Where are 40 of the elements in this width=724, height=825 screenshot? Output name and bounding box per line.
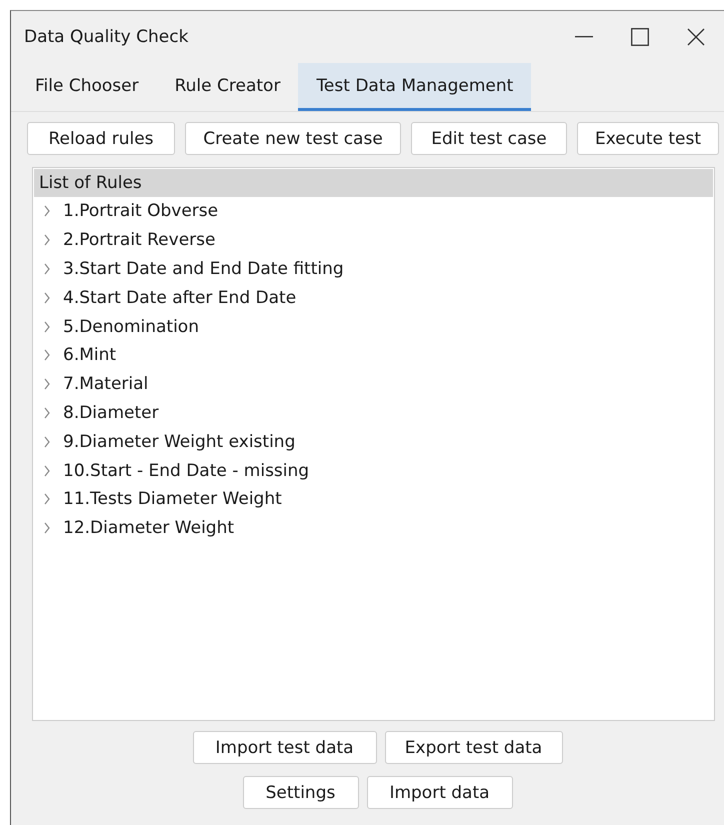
tree-item[interactable]: 2.Portrait Reverse: [63, 230, 216, 250]
tab[interactable]: File Chooser: [17, 63, 157, 111]
tab[interactable]: Rule Creator: [156, 63, 298, 111]
chevron-icon[interactable]: [43, 406, 51, 419]
action-button[interactable]: Settings: [242, 776, 358, 809]
tree-item[interactable]: 12.Diameter Weight: [63, 518, 234, 538]
chevron-icon[interactable]: [43, 292, 51, 304]
toolbar-button[interactable]: Reload rules: [27, 122, 175, 155]
chevron-icon[interactable]: [43, 378, 51, 390]
action-button[interactable]: Import data: [366, 776, 512, 809]
chevron-icon[interactable]: [43, 205, 51, 218]
chevron-icon[interactable]: [43, 493, 51, 506]
tree-item[interactable]: 8.Diameter: [63, 402, 159, 423]
tree-item[interactable]: 6.Mint: [63, 345, 116, 366]
tree-item[interactable]: 10.Start - End Date - missing: [63, 460, 310, 481]
maximize-icon: [631, 28, 649, 46]
tab[interactable]: Test Data Management: [298, 63, 532, 111]
action-button[interactable]: Import test data: [192, 731, 376, 764]
chevron-icon[interactable]: [43, 522, 51, 534]
tree-item[interactable]: 4.Start Date after End Date: [63, 288, 296, 308]
action-button[interactable]: Export test data: [384, 731, 562, 764]
chevron-icon[interactable]: [43, 262, 51, 275]
chevron-icon[interactable]: [43, 320, 51, 333]
close-icon: [687, 28, 705, 46]
column-header: List of Rules: [34, 169, 713, 197]
tree-item[interactable]: 5.Denomination: [63, 316, 199, 337]
tree-item[interactable]: 9.Diameter Weight existing: [63, 432, 296, 452]
tree-item[interactable]: 11.Tests Diameter Weight: [63, 489, 282, 510]
chevron-icon[interactable]: [43, 464, 51, 477]
chevron-icon[interactable]: [43, 349, 51, 362]
toolbar-button[interactable]: Create new test case: [185, 122, 401, 155]
tree-item[interactable]: 1.Portrait Obverse: [63, 201, 218, 222]
window-title: Data Quality Check: [24, 27, 190, 47]
chevron-icon[interactable]: [43, 234, 51, 246]
minimize-icon: [575, 36, 593, 38]
tree-item[interactable]: 7.Material: [63, 374, 148, 394]
chevron-icon[interactable]: [43, 436, 51, 448]
toolbar-button[interactable]: Execute test: [577, 122, 719, 155]
tree-item[interactable]: 3.Start Date and End Date fitting: [63, 258, 344, 279]
toolbar-button[interactable]: Edit test case: [411, 122, 567, 155]
